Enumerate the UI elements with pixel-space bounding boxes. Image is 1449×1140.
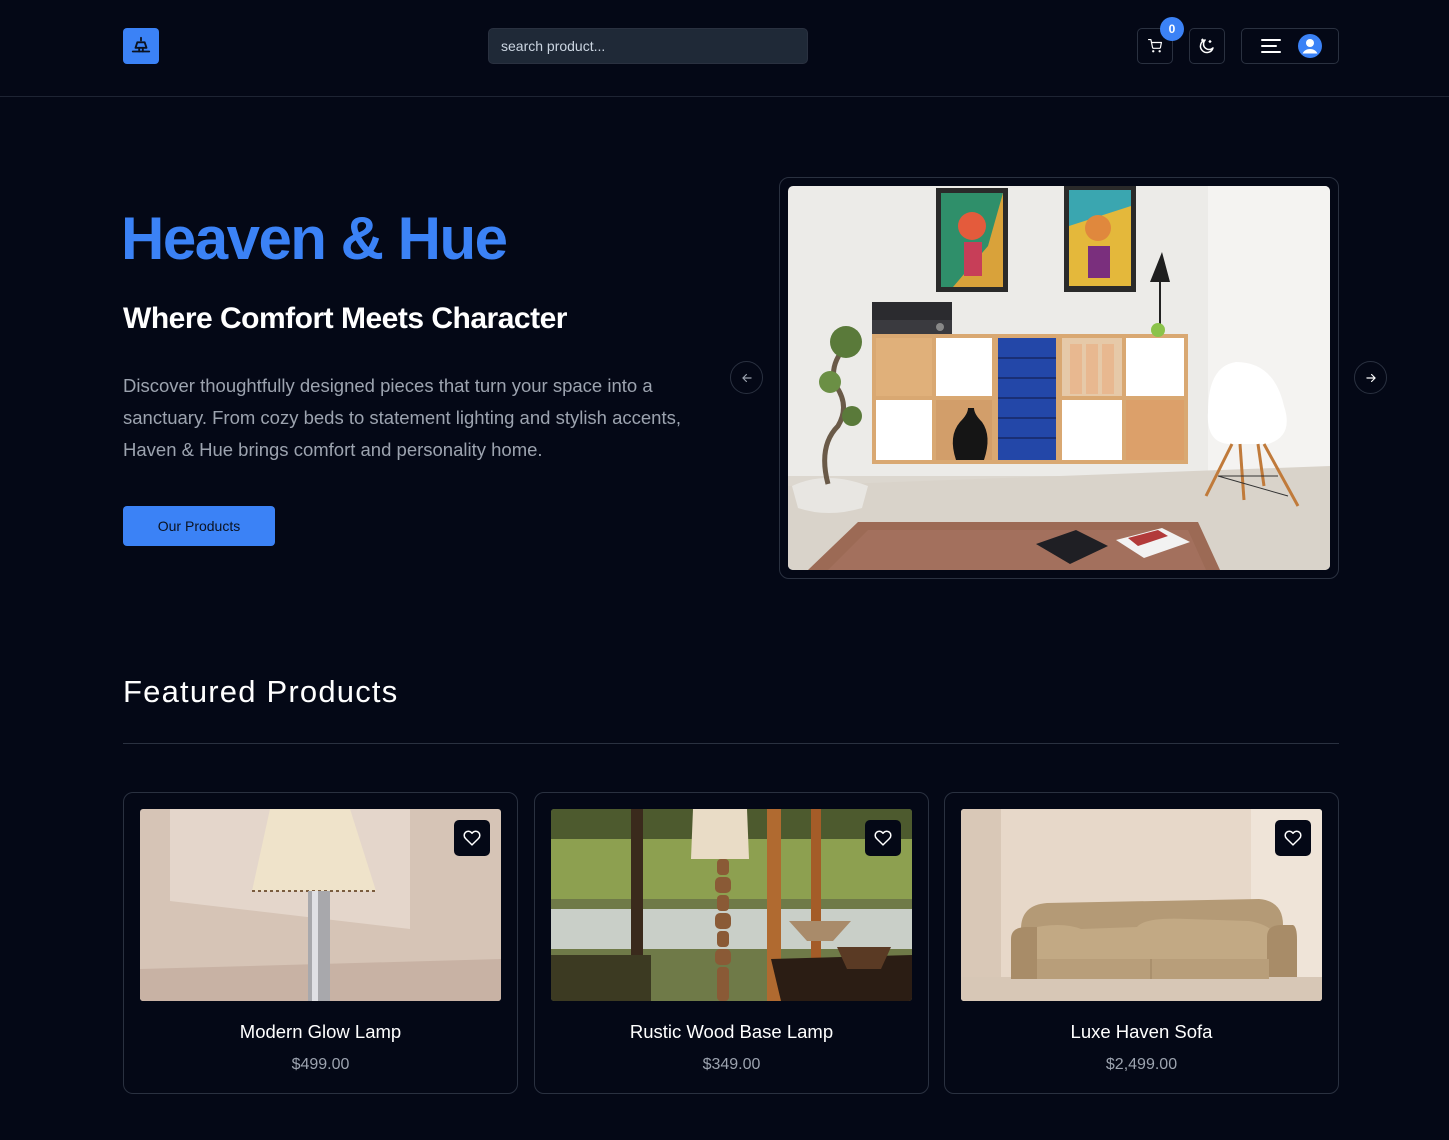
carousel-image-living-room [788, 186, 1330, 570]
arrow-right-icon [1365, 373, 1376, 382]
hero-title: Heaven & Hue [121, 205, 508, 272]
product-price: $349.00 [702, 1056, 761, 1073]
moon-icon [1199, 38, 1214, 54]
product-image[interactable] [140, 809, 501, 1001]
product-price: $499.00 [291, 1056, 350, 1073]
wishlist-button[interactable] [865, 820, 901, 856]
logo-link[interactable] [123, 28, 159, 64]
hero-carousel [779, 177, 1339, 579]
product-card[interactable]: Rustic Wood Base Lamp $349.00 [534, 792, 929, 1094]
cart-count-badge: 0 [1160, 17, 1184, 41]
carousel-prev-button[interactable] [730, 361, 763, 394]
wishlist-button[interactable] [454, 820, 490, 856]
product-image-wood-lamp [551, 809, 912, 1001]
product-name[interactable]: Rustic Wood Base Lamp [535, 1021, 928, 1043]
arrow-left-icon [741, 373, 752, 382]
site-header: 0 [0, 0, 1449, 97]
search-input[interactable] [488, 28, 808, 64]
carousel-next-button[interactable] [1354, 361, 1387, 394]
heart-icon [874, 830, 892, 846]
heart-icon [463, 830, 481, 846]
lamp-icon [131, 36, 151, 53]
hero-description: Discover thoughtfully designed pieces th… [123, 375, 681, 460]
product-name[interactable]: Luxe Haven Sofa [945, 1021, 1338, 1043]
cart-icon [1148, 39, 1162, 53]
product-image-sofa [961, 809, 1322, 1001]
product-image-lamp [140, 809, 501, 1001]
user-avatar-icon [1298, 34, 1322, 58]
product-image[interactable] [961, 809, 1322, 1001]
theme-toggle-button[interactable] [1189, 28, 1225, 64]
section-title: Featured Products [123, 674, 399, 709]
section-divider [123, 743, 1339, 744]
product-card[interactable]: Modern Glow Lamp $499.00 [123, 792, 518, 1094]
product-card[interactable]: Luxe Haven Sofa $2,499.00 [944, 792, 1339, 1094]
product-price: $2,499.00 [1105, 1056, 1178, 1073]
product-image[interactable] [551, 809, 912, 1001]
wishlist-button[interactable] [1275, 820, 1311, 856]
product-name[interactable]: Modern Glow Lamp [124, 1021, 517, 1043]
menu-icon [1261, 39, 1281, 53]
our-products-button[interactable]: Our Products [123, 506, 275, 546]
menu-profile-button[interactable] [1241, 28, 1339, 64]
heart-icon [1284, 830, 1302, 846]
hero-subtitle: Where Comfort Meets Character [123, 302, 567, 335]
